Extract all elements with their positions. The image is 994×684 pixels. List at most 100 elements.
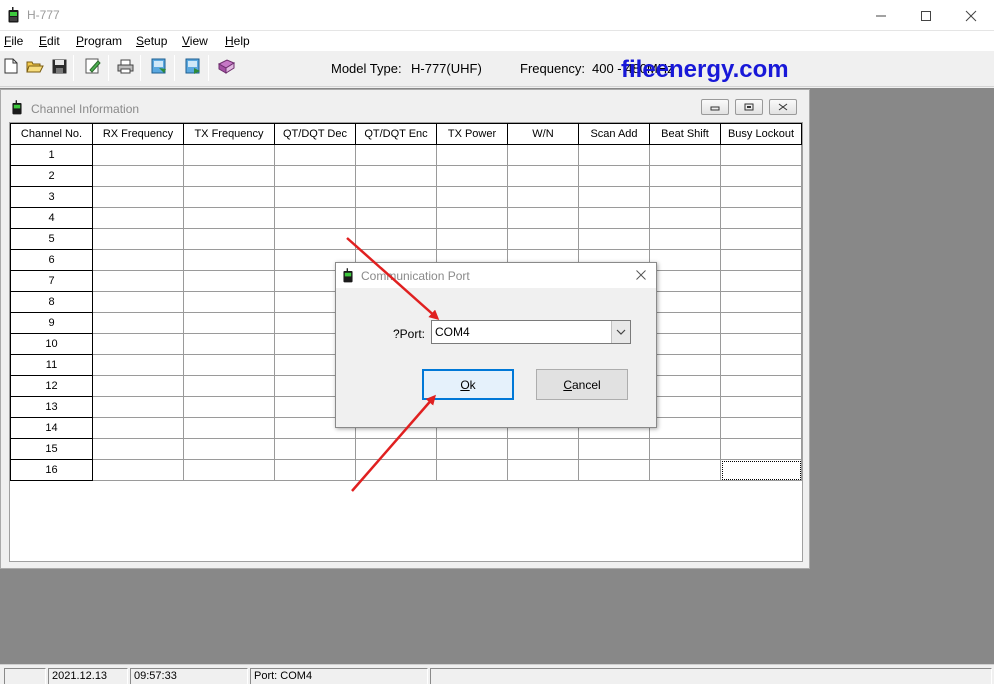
grid-cell[interactable]: [436, 165, 508, 187]
dialog-close-button[interactable]: [632, 266, 650, 284]
grid-cell[interactable]: [274, 144, 356, 166]
channel-number-cell[interactable]: 12: [10, 375, 93, 397]
grid-cell[interactable]: [649, 312, 721, 334]
read-from-radio-button[interactable]: [148, 55, 170, 77]
grid-cell[interactable]: [183, 291, 275, 313]
channel-number-cell[interactable]: 15: [10, 438, 93, 460]
grid-cell[interactable]: [183, 165, 275, 187]
grid-cell[interactable]: [507, 207, 579, 229]
channel-number-cell[interactable]: 2: [10, 165, 93, 187]
grid-cell[interactable]: [649, 354, 721, 376]
grid-cell[interactable]: [507, 186, 579, 208]
grid-cell[interactable]: [436, 228, 508, 250]
maximize-window-button[interactable]: [903, 0, 949, 31]
grid-cell[interactable]: [578, 228, 650, 250]
grid-cell[interactable]: [183, 186, 275, 208]
save-button[interactable]: [48, 55, 70, 77]
column-header[interactable]: TX Power: [436, 123, 508, 145]
grid-cell[interactable]: [649, 228, 721, 250]
menu-setup[interactable]: Setup: [136, 34, 167, 48]
grid-cell[interactable]: [183, 375, 275, 397]
dropdown-button[interactable]: [611, 321, 630, 343]
channel-number-cell[interactable]: 14: [10, 417, 93, 439]
menu-program[interactable]: Program: [76, 34, 122, 48]
grid-cell[interactable]: [649, 270, 721, 292]
grid-cell[interactable]: [436, 459, 508, 481]
column-header[interactable]: Busy Lockout: [720, 123, 802, 145]
grid-cell[interactable]: [720, 312, 802, 334]
grid-cell[interactable]: [92, 396, 184, 418]
grid-cell[interactable]: [274, 165, 356, 187]
column-header[interactable]: RX Frequency: [92, 123, 184, 145]
channel-number-cell[interactable]: 10: [10, 333, 93, 355]
grid-cell[interactable]: [92, 228, 184, 250]
grid-cell[interactable]: [92, 144, 184, 166]
grid-cell[interactable]: [649, 375, 721, 397]
channel-number-cell[interactable]: 5: [10, 228, 93, 250]
grid-cell[interactable]: [720, 417, 802, 439]
cancel-button[interactable]: Cancel: [536, 369, 628, 400]
grid-cell[interactable]: [355, 144, 437, 166]
channel-number-cell[interactable]: 3: [10, 186, 93, 208]
grid-cell[interactable]: [436, 207, 508, 229]
grid-cell[interactable]: [183, 354, 275, 376]
grid-cell[interactable]: [183, 144, 275, 166]
write-to-radio-button[interactable]: [182, 55, 204, 77]
close-window-button[interactable]: [948, 0, 994, 31]
grid-cell[interactable]: [274, 207, 356, 229]
grid-cell[interactable]: [578, 207, 650, 229]
grid-cell[interactable]: [274, 228, 356, 250]
grid-cell[interactable]: [436, 186, 508, 208]
grid-cell[interactable]: [183, 333, 275, 355]
grid-cell[interactable]: [92, 207, 184, 229]
grid-cell[interactable]: [649, 207, 721, 229]
grid-cell[interactable]: [720, 228, 802, 250]
open-file-button[interactable]: [24, 55, 46, 77]
menu-view[interactable]: View: [182, 34, 208, 48]
grid-cell[interactable]: [720, 270, 802, 292]
grid-cell[interactable]: [720, 144, 802, 166]
grid-cell[interactable]: [578, 186, 650, 208]
grid-cell[interactable]: [183, 312, 275, 334]
grid-cell[interactable]: [274, 186, 356, 208]
grid-cell[interactable]: [183, 249, 275, 271]
grid-cell[interactable]: [649, 291, 721, 313]
edit-button[interactable]: [82, 55, 104, 77]
grid-cell[interactable]: [649, 249, 721, 271]
column-header[interactable]: QT/DQT Enc: [355, 123, 437, 145]
grid-cell[interactable]: [92, 270, 184, 292]
channel-number-cell[interactable]: 9: [10, 312, 93, 334]
grid-cell[interactable]: [720, 396, 802, 418]
child-close-button[interactable]: [769, 99, 797, 115]
grid-cell[interactable]: [355, 165, 437, 187]
channel-number-cell[interactable]: 11: [10, 354, 93, 376]
grid-cell[interactable]: [649, 417, 721, 439]
channel-number-cell[interactable]: 1: [10, 144, 93, 166]
grid-cell[interactable]: [183, 396, 275, 418]
menu-edit[interactable]: Edit: [39, 34, 60, 48]
grid-cell[interactable]: [355, 228, 437, 250]
grid-cell[interactable]: [92, 291, 184, 313]
grid-cell[interactable]: [92, 165, 184, 187]
column-header[interactable]: TX Frequency: [183, 123, 275, 145]
grid-cell[interactable]: [183, 417, 275, 439]
grid-cell[interactable]: [649, 438, 721, 460]
grid-cell[interactable]: [720, 165, 802, 187]
grid-cell[interactable]: [720, 438, 802, 460]
menu-help[interactable]: Help: [225, 34, 250, 48]
grid-cell[interactable]: [92, 459, 184, 481]
grid-cell[interactable]: [720, 186, 802, 208]
grid-cell[interactable]: [649, 144, 721, 166]
grid-cell[interactable]: [578, 438, 650, 460]
child-minimize-button[interactable]: [701, 99, 729, 115]
grid-cell[interactable]: [507, 165, 579, 187]
grid-cell[interactable]: [578, 144, 650, 166]
grid-cell[interactable]: [183, 438, 275, 460]
grid-cell[interactable]: [720, 459, 802, 481]
grid-cell[interactable]: [92, 375, 184, 397]
column-header[interactable]: Channel No.: [10, 123, 93, 145]
port-select[interactable]: COM4: [431, 320, 631, 344]
grid-cell[interactable]: [183, 459, 275, 481]
grid-cell[interactable]: [720, 333, 802, 355]
channel-number-cell[interactable]: 6: [10, 249, 93, 271]
